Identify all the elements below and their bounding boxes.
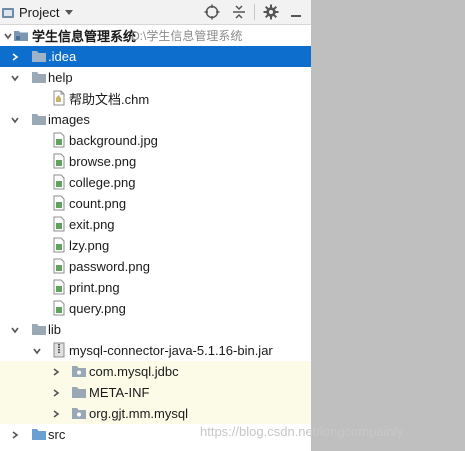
tree-item-label: print.png <box>69 280 120 295</box>
folder-icon <box>31 321 47 337</box>
locate-button[interactable] <box>203 3 221 21</box>
tree-item-idea[interactable]: .idea <box>0 46 311 67</box>
folder-icon <box>31 48 47 64</box>
tree-item-label: college.png <box>69 175 136 190</box>
tree-item-label: mysql-connector-java-5.1.16-bin.jar <box>69 343 273 358</box>
tree-item-label: lzy.png <box>69 238 110 253</box>
tree-root-row[interactable]: 学生信息管理系统 D:\学生信息管理系统 <box>0 25 311 46</box>
chevron-down-icon[interactable] <box>10 73 20 83</box>
tree-item-image-file[interactable]: browse.png <box>0 151 311 172</box>
tree-item-label: query.png <box>69 301 126 316</box>
file-icon <box>51 90 67 106</box>
package-icon <box>71 363 87 379</box>
collapse-all-icon <box>233 5 245 19</box>
tree-item-label: images <box>48 112 90 127</box>
tree-item-image-file[interactable]: count.png <box>0 193 311 214</box>
tree-item-package[interactable]: META-INF <box>0 382 311 403</box>
hide-icon <box>291 15 301 17</box>
tree-item-label: browse.png <box>69 154 137 169</box>
root-path: D:\学生信息管理系统 <box>131 29 243 43</box>
jar-icon <box>51 342 67 358</box>
tree-item-lib[interactable]: lib <box>0 319 311 340</box>
tree-item-jar[interactable]: mysql-connector-java-5.1.16-bin.jar <box>0 340 311 361</box>
project-folder-icon <box>13 27 29 43</box>
tree-item-label: password.png <box>69 259 150 274</box>
folder-icon <box>71 384 87 400</box>
chevron-down-icon[interactable] <box>32 346 42 356</box>
hide-panel-button[interactable] <box>287 3 305 21</box>
image-file-icon <box>51 258 67 274</box>
tree-item-image-file[interactable]: lzy.png <box>0 235 311 256</box>
tree-item-label: org.gjt.mm.mysql <box>89 406 188 421</box>
tree-item-image-file[interactable]: query.png <box>0 298 311 319</box>
tree-item-label: src <box>48 427 66 442</box>
tree-item-image-file[interactable]: background.jpg <box>0 130 311 151</box>
tree-item-label: com.mysql.jdbc <box>89 364 179 379</box>
source-folder-icon <box>31 426 47 442</box>
project-tool-window: Project 学生信息管理系统 D:\学生信息管理系统 .idea help … <box>0 0 311 451</box>
tree-item-label: META-INF <box>89 385 150 400</box>
tree-item-label: .idea <box>48 49 77 64</box>
package-icon <box>71 405 87 421</box>
settings-button[interactable] <box>262 3 280 21</box>
image-file-icon <box>51 300 67 316</box>
tree-item-package[interactable]: org.gjt.mm.mysql <box>0 403 311 424</box>
gear-icon <box>263 4 279 20</box>
chevron-right-icon[interactable] <box>51 388 61 398</box>
root-name: 学生信息管理系统 <box>32 29 137 44</box>
tree-item-package[interactable]: com.mysql.jdbc <box>0 361 311 382</box>
tree-item-image-file[interactable]: print.png <box>0 277 311 298</box>
tree-item-image-file[interactable]: exit.png <box>0 214 311 235</box>
tree-item-label: lib <box>48 322 62 337</box>
project-view-selector[interactable]: Project <box>0 1 74 23</box>
tree-item-help[interactable]: help <box>0 67 311 88</box>
image-file-icon <box>51 237 67 253</box>
project-view-label: Project <box>19 4 60 20</box>
image-file-icon <box>51 216 67 232</box>
chevron-down-icon[interactable] <box>10 115 20 125</box>
chevron-down-icon <box>65 9 74 15</box>
tree-item-label: 帮助文档.chm <box>69 92 150 107</box>
folder-icon <box>31 69 47 85</box>
collapse-all-button[interactable] <box>230 3 248 21</box>
image-file-icon <box>51 153 67 169</box>
image-file-icon <box>51 195 67 211</box>
chevron-right-icon[interactable] <box>51 367 61 377</box>
tree-item-images[interactable]: images <box>0 109 311 130</box>
folder-icon <box>31 111 47 127</box>
image-file-icon <box>51 132 67 148</box>
tree-item-label: background.jpg <box>69 133 158 148</box>
chevron-right-icon[interactable] <box>10 430 20 440</box>
chevron-right-icon[interactable] <box>10 52 20 62</box>
project-toolbar: Project <box>0 0 311 25</box>
tree-item-label: exit.png <box>69 217 115 232</box>
chevron-down-icon[interactable] <box>10 325 20 335</box>
image-file-icon <box>51 174 67 190</box>
tree-item-help-chm[interactable]: 帮助文档.chm <box>0 88 311 109</box>
tree-item-image-file[interactable]: password.png <box>0 256 311 277</box>
locate-icon <box>204 4 220 20</box>
chevron-down-icon[interactable] <box>3 31 13 41</box>
tree-item-label: count.png <box>69 196 127 211</box>
tree-item-image-file[interactable]: college.png <box>0 172 311 193</box>
watermark: https://blog.csdn.net/longcompainly <box>200 424 404 439</box>
tree-item-label: help <box>48 70 73 85</box>
editor-empty-area <box>311 0 465 451</box>
image-file-icon <box>51 279 67 295</box>
toolbar-separator <box>254 4 255 20</box>
chevron-right-icon[interactable] <box>51 409 61 419</box>
project-icon <box>2 7 14 18</box>
